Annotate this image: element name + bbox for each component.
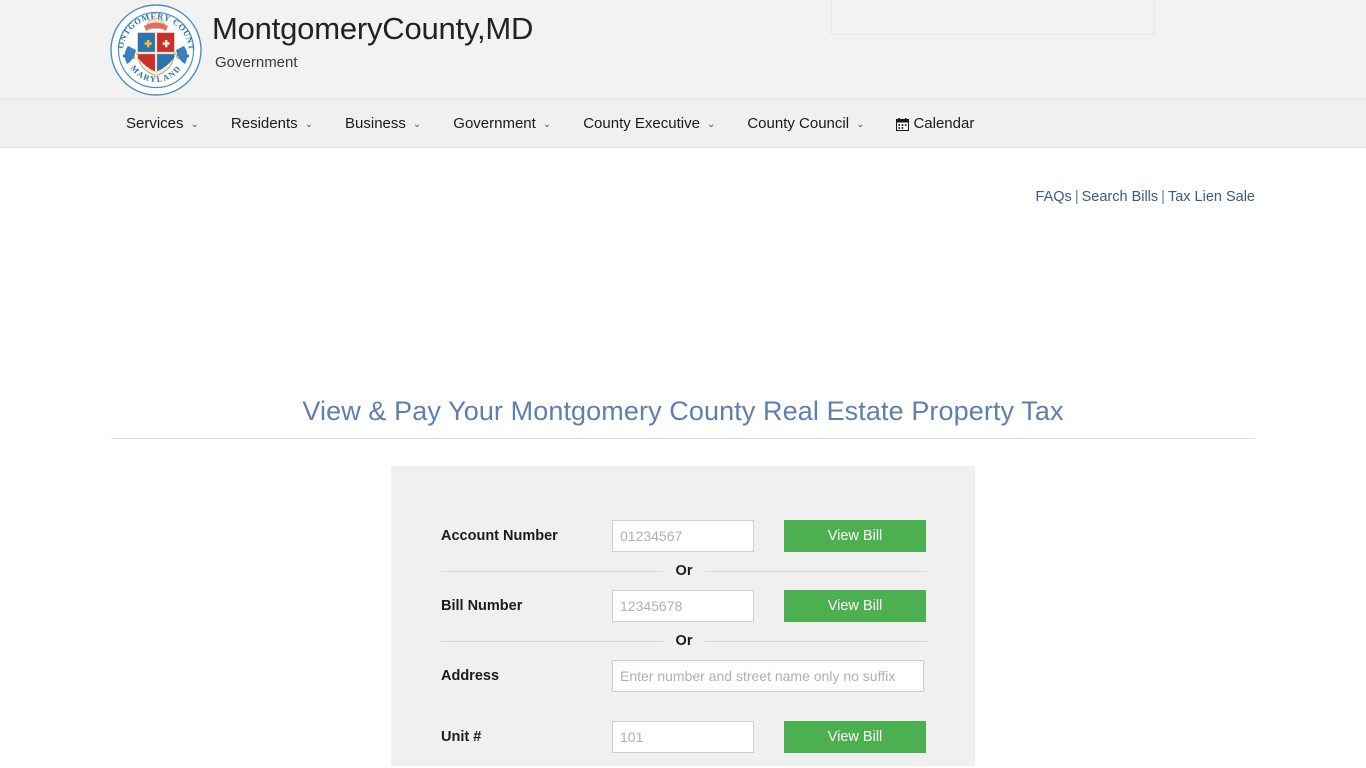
chevron-down-icon: ⌄ [856, 118, 865, 130]
nav-item-county-council[interactable]: County Council ⌄ [747, 115, 864, 132]
main-navigation: Services ⌄ Residents ⌄ Business ⌄ Govern… [0, 99, 1366, 148]
chevron-down-icon: ⌄ [706, 118, 716, 130]
or-label: Or [675, 563, 693, 579]
nav-item-government[interactable]: Government ⌄ [453, 115, 551, 132]
link-search-bills[interactable]: Search Bills [1082, 189, 1159, 205]
divider-line [705, 570, 928, 572]
link-separator: | [1074, 189, 1079, 205]
nav-item-county-executive[interactable]: County Executive ⌄ [583, 115, 715, 132]
calendar-icon [896, 117, 910, 131]
chevron-down-icon: ⌄ [190, 118, 199, 130]
nav-item-calendar[interactable]: Calendar [896, 115, 974, 132]
nav-label-services: Services [126, 114, 184, 132]
form-row-bill-number: Bill Number View Bill [441, 586, 927, 626]
divider-line [705, 640, 928, 642]
label-address: Address [441, 668, 500, 684]
chevron-down-icon: ⌄ [412, 118, 422, 130]
divider-line [441, 640, 663, 642]
label-account-number: Account Number [441, 528, 558, 544]
view-bill-button-unit[interactable]: View Bill [784, 721, 926, 753]
form-row-unit: Unit # View Bill [441, 717, 927, 757]
nav-label-business: Business [345, 114, 406, 132]
or-divider-1: Or [441, 563, 928, 579]
form-row-account-number: Account Number View Bill [441, 516, 927, 556]
title-divider [111, 438, 1255, 439]
or-label: Or [675, 633, 693, 649]
nav-item-residents[interactable]: Residents ⌄ [231, 115, 313, 132]
header-search-box[interactable] [831, 0, 1155, 35]
utility-links: FAQs | Search Bills | Tax Lien Sale [0, 189, 1255, 205]
brand-title: MontgomeryCounty,MD [212, 11, 534, 46]
link-separator: | [1161, 189, 1165, 205]
site-header: MONTGOMERY COUNTY MARYLAND 17 76 [0, 0, 1366, 99]
nav-item-services[interactable]: Services ⌄ [126, 115, 199, 132]
address-input[interactable] [612, 660, 924, 692]
or-divider-2: Or [441, 633, 928, 649]
chevron-down-icon: ⌄ [304, 118, 314, 130]
account-number-input[interactable] [612, 520, 754, 552]
link-tax-lien-sale[interactable]: Tax Lien Sale [1168, 189, 1255, 205]
montgomery-county-seal-icon: MONTGOMERY COUNTY MARYLAND 17 76 [104, 0, 204, 98]
form-row-address: Address [441, 656, 927, 696]
brand-subtitle: Government [215, 54, 298, 71]
chevron-down-icon: ⌄ [542, 118, 552, 130]
property-tax-lookup-form: Account Number View Bill Or Bill Number … [391, 466, 975, 766]
nav-item-business[interactable]: Business ⌄ [345, 115, 421, 132]
label-unit-number: Unit # [441, 729, 482, 745]
link-faqs[interactable]: FAQs [1036, 189, 1072, 205]
label-bill-number: Bill Number [441, 598, 523, 614]
nav-label-residents: Residents [230, 114, 298, 132]
nav-label-government: Government [453, 114, 536, 132]
brand-text-block: MontgomeryCounty,MD Government [212, 2, 533, 74]
view-bill-button-account[interactable]: View Bill [784, 520, 926, 552]
unit-number-input[interactable] [612, 721, 754, 753]
bill-number-input[interactable] [612, 590, 754, 622]
page-title: View & Pay Your Montgomery County Real E… [302, 396, 1064, 427]
view-bill-button-bill[interactable]: View Bill [784, 590, 926, 622]
site-brand[interactable]: MONTGOMERY COUNTY MARYLAND 17 76 [104, 0, 533, 98]
nav-label-county-executive: County Executive [583, 114, 700, 132]
nav-label-county-council: County Council [747, 114, 850, 132]
nav-label-calendar: Calendar [913, 114, 975, 132]
divider-line [441, 570, 663, 572]
